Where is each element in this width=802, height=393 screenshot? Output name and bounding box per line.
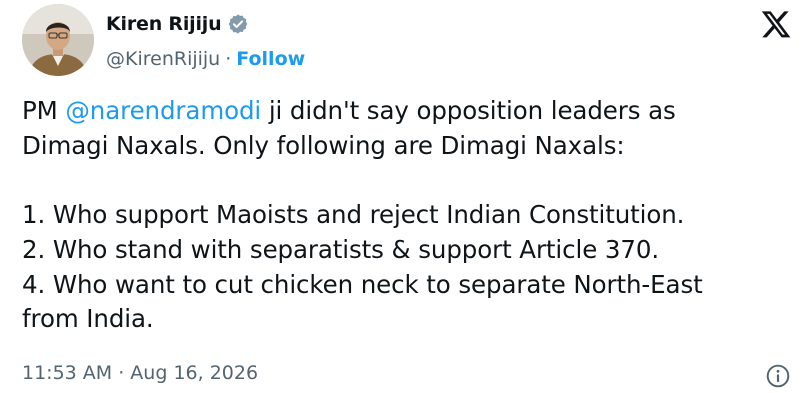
tweet-line: Dimagi Naxals. Only following are Dimagi… bbox=[22, 130, 625, 160]
separator: · bbox=[225, 48, 232, 70]
text-prefix: PM bbox=[22, 96, 66, 125]
tweet-line: 4. Who want to cut chicken neck to separ… bbox=[22, 269, 703, 299]
avatar-portrait bbox=[22, 4, 94, 76]
follow-button[interactable]: Follow bbox=[236, 48, 305, 70]
timestamp-link[interactable]: 11:53 AM · Aug 16, 2026 bbox=[22, 362, 258, 384]
name-row: Kiren Rijiju bbox=[106, 10, 305, 38]
handle-row: @KirenRijiju · Follow bbox=[106, 48, 305, 70]
tweet-card: Kiren Rijiju @KirenRijiju · Follow PM @n… bbox=[0, 0, 802, 393]
tweet-line: from India. bbox=[22, 304, 154, 334]
verified-badge-icon bbox=[227, 13, 249, 35]
tweet-line: PM @narendramodi ji didn't say oppositio… bbox=[22, 94, 792, 129]
mention-link[interactable]: @narendramodi bbox=[65, 96, 261, 125]
avatar[interactable] bbox=[22, 4, 94, 76]
tweet-line: 2. Who stand with separatists & support … bbox=[22, 234, 660, 264]
tweet-line: 1. Who support Maoists and reject Indian… bbox=[22, 200, 685, 230]
x-logo-icon[interactable] bbox=[760, 8, 792, 40]
tweet-text: PM @narendramodi ji didn't say oppositio… bbox=[22, 94, 792, 337]
text-suffix: ji didn't say opposition leaders as bbox=[261, 96, 676, 125]
info-icon[interactable] bbox=[765, 363, 791, 389]
author-handle[interactable]: @KirenRijiju bbox=[106, 48, 220, 70]
author-name[interactable]: Kiren Rijiju bbox=[106, 13, 222, 35]
author-block: Kiren Rijiju @KirenRijiju · Follow bbox=[106, 10, 305, 70]
